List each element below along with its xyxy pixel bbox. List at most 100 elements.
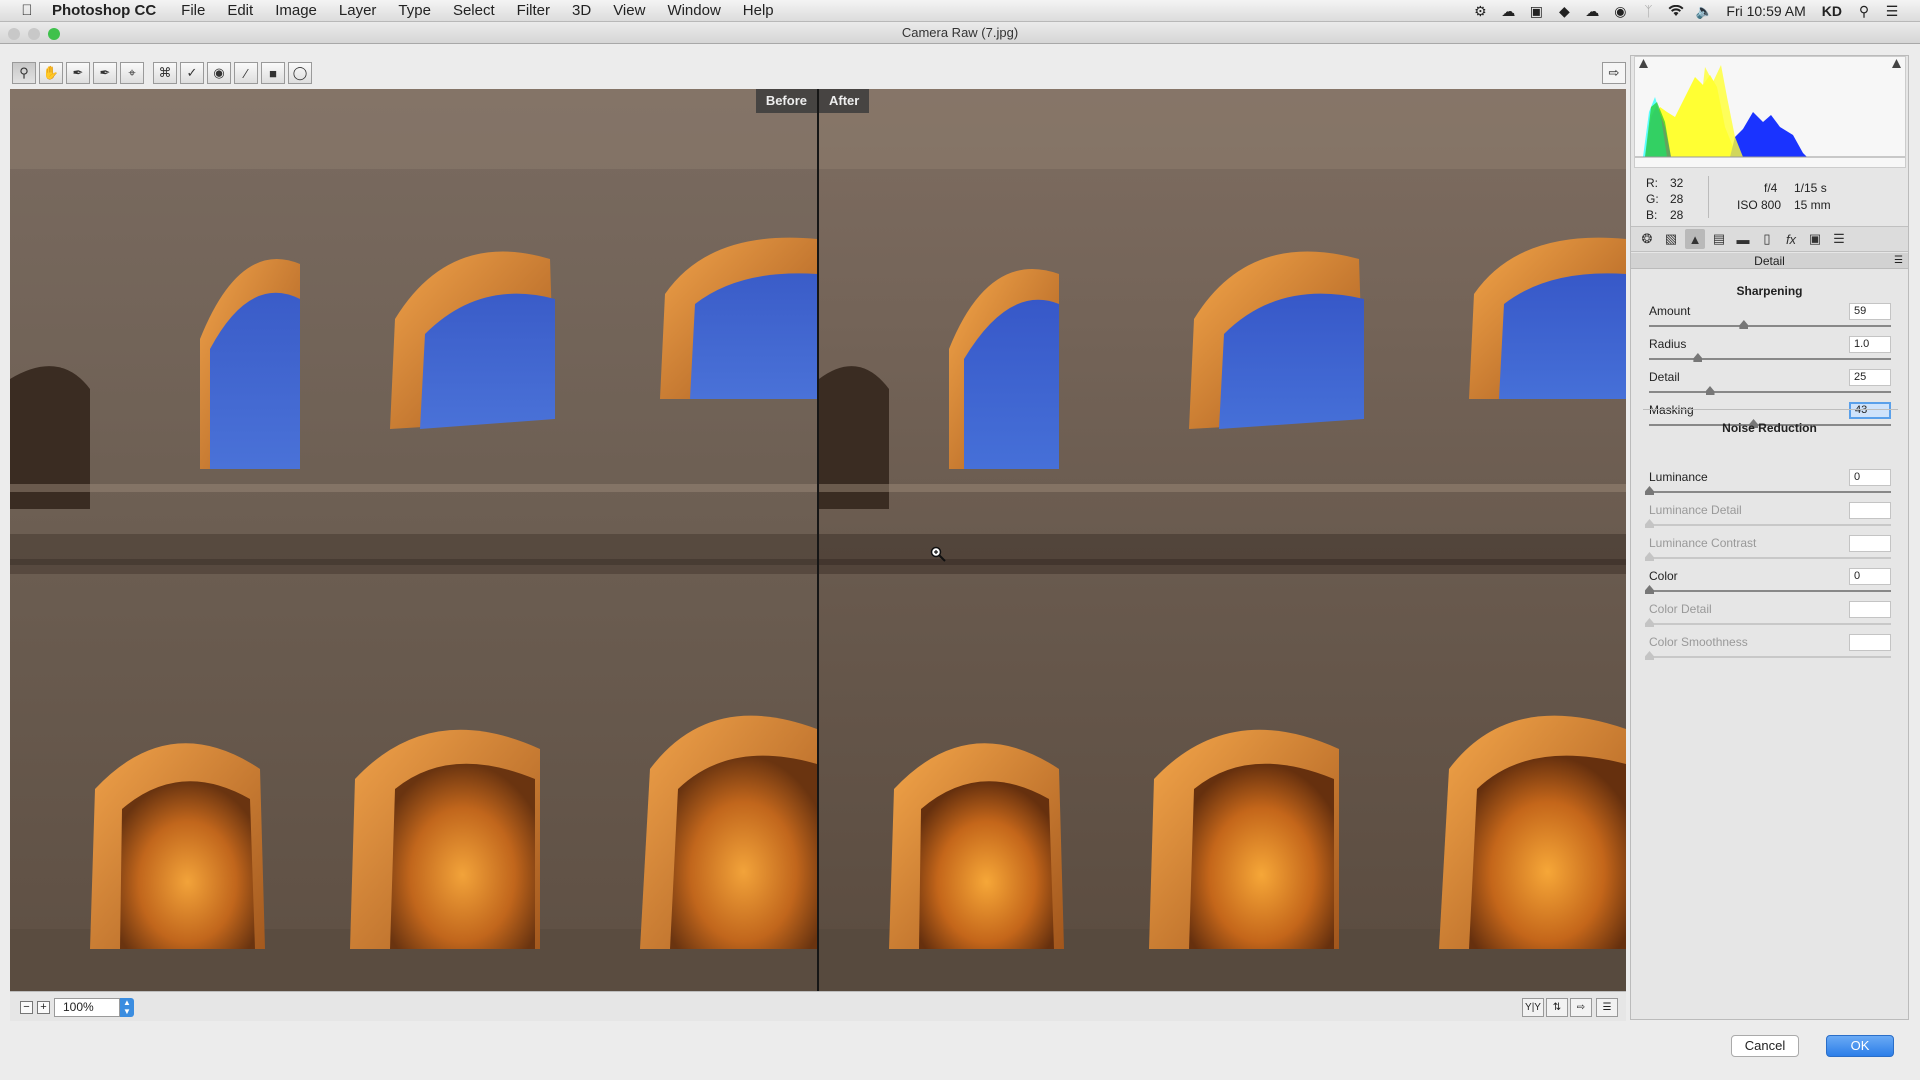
- menu-type[interactable]: Type: [398, 2, 431, 19]
- zoom-level-field[interactable]: 100%: [54, 998, 120, 1017]
- adjustment-brush-tool-icon[interactable]: ∕: [234, 62, 258, 84]
- apple-menu-icon[interactable]: : [14, 2, 40, 19]
- menu-layer[interactable]: Layer: [339, 2, 377, 19]
- basic-tab-icon[interactable]: ❂: [1637, 229, 1657, 249]
- radius-track[interactable]: [1649, 358, 1891, 360]
- after-preview-pane[interactable]: After: [819, 89, 1626, 991]
- dropbox-icon[interactable]: ◆: [1555, 3, 1573, 19]
- luminance-detail-value-field: [1849, 502, 1891, 519]
- wifi-icon[interactable]: [1667, 4, 1685, 18]
- camera-status-icon[interactable]: ▣: [1527, 3, 1545, 19]
- preview-preferences-icon[interactable]: ☰: [1596, 998, 1618, 1017]
- color-value-field[interactable]: 0: [1849, 568, 1891, 585]
- masking-label: Masking: [1649, 403, 1694, 417]
- effects-tab-icon[interactable]: fx: [1781, 229, 1801, 249]
- before-preview-pane[interactable]: Before: [10, 89, 817, 991]
- radius-slider[interactable]: Radius 1.0: [1649, 336, 1891, 363]
- crop-tool-icon[interactable]: ⌘: [153, 62, 177, 84]
- aperture: f/4: [1764, 181, 1778, 195]
- luminance-handle[interactable]: [1645, 486, 1654, 495]
- fullscreen-toggle-icon[interactable]: ⇨: [1602, 62, 1626, 84]
- camera-calibration-tab-icon[interactable]: ▣: [1805, 229, 1825, 249]
- tone-curve-tab-icon[interactable]: ▧: [1661, 229, 1681, 249]
- red-eye-tool-icon[interactable]: ◉: [207, 62, 231, 84]
- radius-value-field[interactable]: 1.0: [1849, 336, 1891, 353]
- masking-value-field[interactable]: 43: [1849, 402, 1891, 419]
- radius-handle[interactable]: [1693, 353, 1703, 362]
- spotlight-search-icon[interactable]: ⚲: [1855, 3, 1873, 19]
- luminance-label: Luminance: [1649, 470, 1708, 484]
- notification-center-icon[interactable]: ☰: [1883, 3, 1901, 19]
- bluetooth-icon[interactable]: ᛉ: [1639, 3, 1657, 19]
- menu-file[interactable]: File: [181, 2, 205, 19]
- color-sampler-tool-icon[interactable]: ✒: [93, 62, 117, 84]
- radial-filter-tool-icon[interactable]: ◯: [288, 62, 312, 84]
- minimize-window-button[interactable]: [28, 28, 40, 40]
- swap-settings-icon[interactable]: ⇅: [1546, 998, 1568, 1017]
- graduated-filter-tool-icon[interactable]: ■: [261, 62, 285, 84]
- user-menu[interactable]: KD: [1822, 3, 1842, 19]
- menu-3d[interactable]: 3D: [572, 2, 591, 19]
- zoom-in-button[interactable]: +: [37, 1001, 50, 1014]
- luminance-track[interactable]: [1649, 491, 1891, 493]
- image-preview[interactable]: Before After: [10, 89, 1626, 991]
- ok-button[interactable]: OK: [1826, 1035, 1894, 1057]
- shutter-speed: 1/15 s: [1794, 181, 1827, 195]
- amount-handle[interactable]: [1739, 320, 1749, 329]
- detail-handle[interactable]: [1705, 386, 1715, 395]
- volume-icon[interactable]: 🔈: [1695, 3, 1713, 19]
- panel-menu-icon[interactable]: ☰: [1894, 253, 1903, 269]
- menu-select[interactable]: Select: [453, 2, 495, 19]
- hsl-tab-icon[interactable]: ▤: [1709, 229, 1729, 249]
- split-toning-tab-icon[interactable]: ▬: [1733, 229, 1753, 249]
- color-handle[interactable]: [1645, 585, 1654, 594]
- menu-filter[interactable]: Filter: [517, 2, 550, 19]
- color-track[interactable]: [1649, 590, 1891, 592]
- menu-edit[interactable]: Edit: [227, 2, 253, 19]
- targeted-adjustment-tool-icon[interactable]: ⌖: [120, 62, 144, 84]
- zoom-tool-icon[interactable]: ⚲: [12, 62, 36, 84]
- amount-value-field[interactable]: 59: [1849, 303, 1891, 320]
- app-menu[interactable]: Photoshop CC: [52, 2, 156, 19]
- luminance-contrast-track: [1649, 557, 1891, 559]
- color-smoothness-handle: [1645, 651, 1654, 660]
- cancel-button[interactable]: Cancel: [1731, 1035, 1799, 1057]
- before-after-view-icon[interactable]: Y|Y: [1522, 998, 1544, 1017]
- focal-length: 15 mm: [1794, 198, 1831, 212]
- white-balance-tool-icon[interactable]: ✒: [66, 62, 90, 84]
- zoom-out-button[interactable]: −: [20, 1001, 33, 1014]
- globe-status-icon[interactable]: ◉: [1611, 3, 1629, 19]
- detail-slider[interactable]: Detail 25: [1649, 369, 1891, 396]
- histogram: [1634, 56, 1906, 168]
- detail-value-field[interactable]: 25: [1849, 369, 1891, 386]
- zoom-window-button[interactable]: [48, 28, 60, 40]
- lens-corrections-tab-icon[interactable]: ▯: [1757, 229, 1777, 249]
- color-slider[interactable]: Color 0: [1645, 568, 1891, 595]
- window-title-bar: Camera Raw (7.jpg): [0, 22, 1920, 44]
- clock[interactable]: Fri 10:59 AM: [1726, 3, 1805, 19]
- luminance-slider[interactable]: Luminance 0: [1645, 469, 1891, 496]
- detail-track[interactable]: [1649, 391, 1891, 393]
- detail-tab-icon[interactable]: ▲: [1685, 229, 1705, 249]
- zoom-level-dropdown[interactable]: ▲ ▼: [120, 998, 134, 1017]
- color-smoothness-value-field: [1849, 634, 1891, 651]
- extras-status-icon[interactable]: ⚙: [1471, 3, 1489, 19]
- menu-view[interactable]: View: [613, 2, 645, 19]
- info-separator: [1708, 176, 1709, 218]
- spot-removal-tool-icon[interactable]: ✓: [180, 62, 204, 84]
- color-smoothness-label: Color Smoothness: [1649, 635, 1748, 649]
- creative-cloud-icon[interactable]: ☁: [1499, 3, 1517, 19]
- luminance-value-field[interactable]: 0: [1849, 469, 1891, 486]
- hand-tool-icon[interactable]: ✋: [39, 62, 63, 84]
- green-readout: G: 28: [1646, 192, 1684, 206]
- adjustments-panel: R: 32 G: 28 B: 28 f/4 1/15 s ISO 800 15 mm …: [1630, 55, 1909, 1020]
- amount-slider[interactable]: Amount 59: [1649, 303, 1891, 330]
- menu-help[interactable]: Help: [743, 2, 774, 19]
- cloud-sync-icon[interactable]: ☁: [1583, 3, 1601, 19]
- presets-tab-icon[interactable]: ☰: [1829, 229, 1849, 249]
- amount-track[interactable]: [1649, 325, 1891, 327]
- menu-window[interactable]: Window: [667, 2, 720, 19]
- close-window-button[interactable]: [8, 28, 20, 40]
- copy-settings-icon[interactable]: ⇨: [1570, 998, 1592, 1017]
- menu-image[interactable]: Image: [275, 2, 317, 19]
